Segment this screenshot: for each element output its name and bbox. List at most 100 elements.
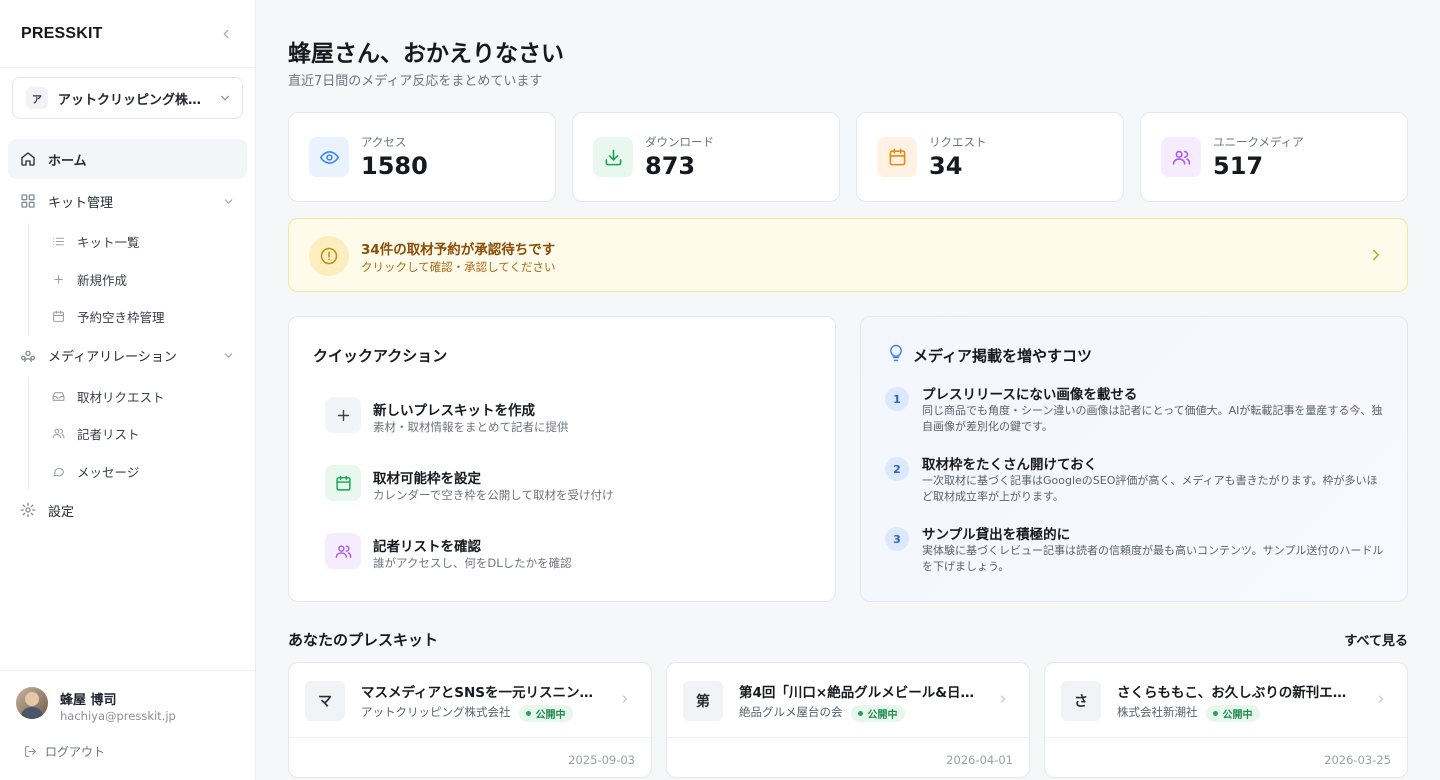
kit-date: 2026-04-01 xyxy=(946,753,1013,767)
sidebar-item-label: 記者リスト xyxy=(77,427,140,443)
user-name: 蜂屋 博司 xyxy=(60,693,117,708)
presskit-card[interactable]: 第 第4回「川口×絶品グルメビール&日本酒フェスタ」開催 絶品グルメ屋台の会公開… xyxy=(666,662,1030,778)
sidebar-item-reporters[interactable]: 記者リスト xyxy=(8,415,247,453)
presskits-section-title: あなたのプレスキット xyxy=(288,631,439,649)
avatar[interactable] xyxy=(16,687,48,719)
kit-date: 2025-09-03 xyxy=(568,753,635,767)
status-badge: 公開中 xyxy=(850,705,905,722)
chevron-down-icon xyxy=(220,95,230,101)
app-logo[interactable]: PRESSKIT xyxy=(21,25,103,43)
tip-number: 3 xyxy=(885,527,909,551)
kit-thumbnail: 第 xyxy=(683,681,723,721)
sidebar-item-settings[interactable]: 設定 xyxy=(8,490,247,530)
kit-thumbnail: マ xyxy=(305,681,345,721)
tip-title: 取材枠をたくさん開けておく xyxy=(922,457,1098,473)
logout-button[interactable]: ログアウト xyxy=(24,743,105,760)
sidebar-item-media[interactable]: メディアリレーション xyxy=(8,336,247,376)
view-all-link[interactable]: すべて見る xyxy=(1344,630,1408,649)
sidebar-nav: ホーム キット管理 キット一覧 新規作成 予約空き枠管理 メディアリレーション xyxy=(8,139,247,532)
page-title: 蜂屋さん、おかえりなさい xyxy=(288,41,564,67)
quick-action-create-kit[interactable]: 新しいプレスキットを作成 素材・取材情報をまとめて記者に提供 xyxy=(325,395,795,439)
presskit-card[interactable]: マ マスメディアとSNSを一元リスニング、新サービスを開始 アットクリッピング株… xyxy=(288,662,652,778)
chevron-right-icon xyxy=(1373,249,1379,261)
users-icon xyxy=(52,429,65,439)
sidebar-item-label: ホーム xyxy=(48,153,87,169)
kit-submenu: キット一覧 新規作成 予約空き枠管理 xyxy=(8,223,247,336)
sidebar-item-label: 取材リクエスト xyxy=(77,389,165,405)
stat-card-access[interactable]: アクセス 1580 xyxy=(288,112,556,202)
tips-title: メディア掲載を増やすコツ xyxy=(913,347,1092,365)
kit-title: 第4回「川口×絶品グルメビール&日本酒フェスタ」開催 xyxy=(739,685,981,701)
kit-org: 株式会社新潮社 公開中 xyxy=(1117,704,1260,722)
tip-desc: 一次取材に基づく記事はGoogleのSEO評価が高く、メディアも書きたがります。… xyxy=(922,474,1378,503)
network-icon xyxy=(21,350,35,362)
sidebar-item-messages[interactable]: メッセージ xyxy=(8,453,247,491)
quick-action-title: 取材可能枠を設定 xyxy=(373,471,481,487)
presskit-card[interactable]: さ さくらももこ、お久しぶりの新刊エッセイ発売 株式会社新潮社公開中 2026-… xyxy=(1044,662,1408,778)
sidebar-item-slots[interactable]: 予約空き枠管理 xyxy=(8,298,247,336)
users-icon xyxy=(325,533,361,569)
divider xyxy=(1045,737,1407,738)
calendar-icon xyxy=(53,310,64,323)
kit-title: さくらももこ、お久しぶりの新刊エッセイ発売 xyxy=(1117,685,1359,701)
gear-icon xyxy=(20,502,36,518)
sidebar-item-label: キット管理 xyxy=(48,195,114,211)
grid-icon xyxy=(21,194,35,208)
download-icon xyxy=(593,137,633,177)
sidebar-item-requests[interactable]: 取材リクエスト xyxy=(8,378,247,416)
tip-desc: 実体験に基づくレビュー記事は読者の信頼度が最も高いコンテンツ。サンプル送付のハー… xyxy=(922,544,1384,573)
stat-label: ダウンロード xyxy=(645,135,714,149)
calendar-icon xyxy=(325,465,361,501)
chevron-right-icon xyxy=(623,695,627,703)
org-name: アットクリッピング株式会社 xyxy=(58,92,210,108)
inbox-icon xyxy=(52,391,65,401)
stat-card-unique-media[interactable]: ユニークメディア 517 xyxy=(1140,112,1408,202)
org-avatar: ア xyxy=(26,87,48,109)
quick-actions-card: クイックアクション 新しいプレスキットを作成 素材・取材情報をまとめて記者に提供… xyxy=(288,316,836,602)
quick-action-reporter-list[interactable]: 記者リストを確認 誰がアクセスし、何をDLしたかを確認 xyxy=(325,531,795,575)
quick-action-desc: 誰がアクセスし、何をDLしたかを確認 xyxy=(373,556,572,570)
stats-row: アクセス 1580 ダウンロード 873 リクエスト 34 ユニークメディア 5… xyxy=(288,112,1408,202)
lightbulb-icon xyxy=(890,344,902,362)
chevron-down-icon xyxy=(224,353,233,358)
tip-desc: 同じ商品でも角度・シーン違いの画像は記者にとって価値大。AIが転載記事を量産する… xyxy=(922,404,1383,433)
quick-action-set-slots[interactable]: 取材可能枠を設定 カレンダーで空き枠を公開して取材を受け付け xyxy=(325,463,795,507)
logo-row: PRESSKIT xyxy=(0,0,255,68)
chevron-right-icon xyxy=(1379,695,1383,703)
quick-actions-title: クイックアクション xyxy=(313,347,448,365)
kit-date: 2026-03-25 xyxy=(1324,753,1391,767)
home-icon xyxy=(21,152,35,166)
stat-value: 873 xyxy=(645,152,696,180)
sidebar-item-new[interactable]: 新規作成 xyxy=(8,261,247,299)
stat-card-download[interactable]: ダウンロード 873 xyxy=(572,112,840,202)
stat-card-request[interactable]: リクエスト 34 xyxy=(856,112,1124,202)
quick-action-desc: カレンダーで空き枠を公開して取材を受け付け xyxy=(373,488,614,502)
plus-icon xyxy=(325,397,361,433)
page-subtitle: 直近7日間のメディア反応をまとめています xyxy=(288,74,543,89)
collapse-sidebar-icon[interactable] xyxy=(219,27,233,41)
sidebar-item-home[interactable]: ホーム xyxy=(8,139,247,179)
status-badge: 公開中 xyxy=(1205,705,1260,722)
tips-card: メディア掲載を増やすコツ 1 プレスリリースにない画像を載せる 同じ商品でも角度… xyxy=(860,316,1408,602)
alert-circle-icon xyxy=(309,236,349,276)
sidebar-item-label: 予約空き枠管理 xyxy=(77,310,165,326)
sidebar-item-label: 設定 xyxy=(48,504,75,520)
sidebar-item-kit-list[interactable]: キット一覧 xyxy=(8,223,247,261)
quick-action-title: 記者リストを確認 xyxy=(373,539,481,555)
calendar-icon xyxy=(877,137,917,177)
tip-title: サンプル貸出を積極的に xyxy=(922,527,1071,543)
presskit-list: マ マスメディアとSNSを一元リスニング、新サービスを開始 アットクリッピング株… xyxy=(288,662,1408,778)
quick-action-desc: 素材・取材情報をまとめて記者に提供 xyxy=(373,420,569,434)
org-selector[interactable]: ア アットクリッピング株式会社 xyxy=(12,77,243,119)
kit-org-name: 絶品グルメ屋台の会 xyxy=(739,705,843,719)
user-block: 蜂屋 博司 hachiya@presskit.jp ログアウト xyxy=(0,670,255,780)
main-content: 蜂屋さん、おかえりなさい 直近7日間のメディア反応をまとめています アクセス 1… xyxy=(256,0,1440,780)
stat-value: 517 xyxy=(1213,152,1264,180)
tip-number: 1 xyxy=(885,387,909,411)
pending-requests-alert[interactable]: 34件の取材予約が承認待ちです クリックして確認・承認してください xyxy=(288,218,1408,292)
divider xyxy=(289,737,651,738)
sidebar-item-kit-manage[interactable]: キット管理 xyxy=(8,181,247,221)
sidebar-item-label: メディアリレーション xyxy=(48,350,177,365)
divider xyxy=(667,737,1029,738)
sidebar-item-label: メッセージ xyxy=(77,464,140,480)
